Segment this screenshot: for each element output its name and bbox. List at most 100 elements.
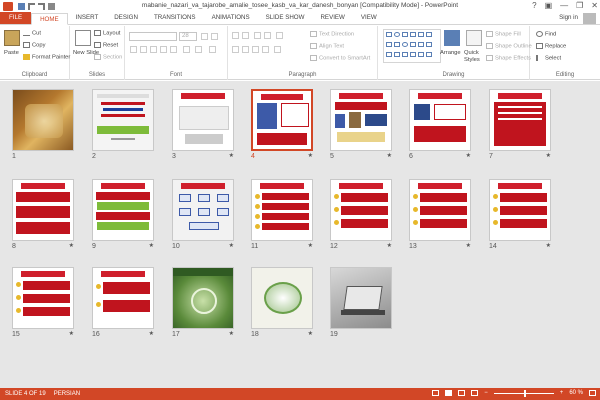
arrange-button[interactable]: Arrange bbox=[440, 50, 461, 56]
slide-thumbnail-selected[interactable]: 4 ★ bbox=[251, 89, 313, 160]
select-button[interactable]: Select bbox=[536, 55, 561, 62]
reset-button[interactable]: Reset bbox=[94, 42, 118, 49]
character-spacing-icon[interactable] bbox=[183, 46, 190, 53]
line-spacing-icon[interactable] bbox=[276, 32, 283, 39]
convert-smartart-button[interactable]: Convert to SmartArt bbox=[310, 55, 370, 62]
zoom-in-button[interactable]: + bbox=[560, 390, 564, 396]
numbering-icon[interactable] bbox=[242, 32, 249, 39]
slide-number: 5 bbox=[330, 153, 334, 160]
text-direction-button[interactable]: Text Direction bbox=[310, 31, 354, 38]
find-button[interactable]: Find bbox=[536, 31, 556, 38]
slide-thumbnail[interactable]: 12 ★ bbox=[330, 179, 392, 250]
arrange-icon[interactable] bbox=[444, 30, 460, 46]
tab-home[interactable]: HOME bbox=[31, 13, 68, 25]
align-left-icon[interactable] bbox=[232, 46, 239, 53]
account-avatar[interactable] bbox=[583, 13, 596, 24]
slide-thumbnail[interactable]: 16 ★ bbox=[92, 267, 154, 338]
zoom-slider[interactable] bbox=[493, 389, 554, 397]
slide-thumbnail[interactable]: 15 ★ bbox=[12, 267, 74, 338]
increase-indent-icon[interactable] bbox=[264, 32, 271, 39]
help-button[interactable]: ? bbox=[532, 1, 536, 10]
language-indicator[interactable]: PERSIAN bbox=[54, 391, 80, 397]
paragraph-group: Text Direction Align Text Convert to Sma… bbox=[228, 26, 378, 80]
slide-thumbnail[interactable]: 11 ★ bbox=[251, 179, 313, 250]
quick-styles-button[interactable]: Quick Styles bbox=[464, 50, 484, 64]
slide-thumbnail[interactable]: 2 bbox=[92, 89, 154, 160]
shrink-font-icon[interactable] bbox=[211, 33, 218, 40]
paste-icon[interactable] bbox=[4, 30, 20, 46]
italic-icon[interactable] bbox=[140, 46, 147, 53]
cut-button[interactable]: Cut bbox=[23, 30, 41, 37]
replace-button[interactable]: Replace bbox=[536, 43, 566, 50]
sign-in-link[interactable]: Sign in bbox=[559, 14, 578, 21]
reading-view-icon[interactable] bbox=[458, 390, 466, 396]
tab-review[interactable]: REVIEW bbox=[312, 12, 352, 24]
slide-thumbnail[interactable]: 8 ★ bbox=[12, 179, 74, 250]
slide-thumbnail[interactable]: 7 ★ bbox=[489, 89, 551, 160]
slide-thumbnail[interactable]: 3 ★ bbox=[172, 89, 234, 160]
slide-sorter[interactable]: 1 2 3 ★ 4 ★ 5 ★ 6 ★ 7 ★ 8 ★ 9 ★ 10 ★ 11 … bbox=[0, 81, 600, 388]
slide-image bbox=[172, 179, 234, 241]
normal-view-icon[interactable] bbox=[432, 390, 440, 396]
shape-effects-button[interactable]: Shape Effects bbox=[486, 55, 531, 62]
tab-file[interactable]: FILE bbox=[0, 12, 32, 24]
new-slide-icon[interactable] bbox=[75, 30, 91, 46]
slide-thumbnail[interactable]: 13 ★ bbox=[409, 179, 471, 250]
decrease-indent-icon[interactable] bbox=[254, 32, 261, 39]
shape-fill-button[interactable]: Shape Fill bbox=[486, 31, 521, 38]
slide-thumbnail[interactable]: 14 ★ bbox=[489, 179, 551, 250]
slide-thumbnail[interactable]: 6 ★ bbox=[409, 89, 471, 160]
align-right-icon[interactable] bbox=[252, 46, 259, 53]
restore-button[interactable]: ❐ bbox=[576, 1, 583, 10]
section-button[interactable]: Section bbox=[94, 54, 122, 61]
quick-styles-icon[interactable] bbox=[466, 30, 482, 46]
shapes-gallery[interactable] bbox=[383, 29, 441, 63]
ribbon-display-button[interactable]: ▣ bbox=[545, 1, 553, 10]
slide-thumbnail[interactable]: 10 ★ bbox=[172, 179, 234, 250]
animation-star-icon: ★ bbox=[148, 331, 154, 337]
copy-button[interactable]: Copy bbox=[23, 42, 46, 49]
tab-animations[interactable]: ANIMATIONS bbox=[204, 12, 258, 24]
slide-thumbnail[interactable]: 17 ★ bbox=[172, 267, 234, 338]
slide-sorter-view-icon[interactable] bbox=[445, 390, 453, 396]
tab-view[interactable]: VIEW bbox=[353, 12, 385, 24]
zoom-level[interactable]: 60 % bbox=[569, 390, 583, 396]
tab-transitions[interactable]: TRANSITIONS bbox=[146, 12, 204, 24]
slide-thumbnail[interactable]: 9 ★ bbox=[92, 179, 154, 250]
slide-thumbnail[interactable]: 19 bbox=[330, 267, 392, 338]
underline-icon[interactable] bbox=[150, 46, 157, 53]
font-name-input[interactable] bbox=[129, 32, 177, 41]
reset-icon bbox=[94, 42, 101, 48]
slide-thumbnail[interactable]: 5 ★ bbox=[330, 89, 392, 160]
grow-font-icon[interactable] bbox=[201, 33, 208, 40]
slide-number: 11 bbox=[251, 243, 259, 250]
minimize-button[interactable]: — bbox=[560, 1, 568, 10]
change-case-icon[interactable] bbox=[195, 46, 202, 53]
bullets-icon[interactable] bbox=[232, 32, 239, 39]
tab-design[interactable]: DESIGN bbox=[106, 12, 146, 24]
columns-icon[interactable] bbox=[274, 46, 281, 53]
editing-group: Find Replace Select Editing bbox=[530, 26, 600, 80]
slideshow-view-icon[interactable] bbox=[471, 390, 479, 396]
close-button[interactable]: ✕ bbox=[591, 1, 598, 10]
tab-insert[interactable]: INSERT bbox=[68, 12, 107, 24]
justify-icon[interactable] bbox=[262, 46, 269, 53]
align-text-button[interactable]: Align Text bbox=[310, 43, 344, 50]
slide-thumbnail[interactable]: 18 ★ bbox=[251, 267, 313, 338]
animation-star-icon: ★ bbox=[307, 243, 313, 249]
layout-button[interactable]: Layout bbox=[94, 30, 120, 37]
strikethrough-icon[interactable] bbox=[170, 46, 177, 53]
shadow-icon[interactable] bbox=[160, 46, 167, 53]
shape-outline-button[interactable]: Shape Outline bbox=[486, 43, 532, 50]
slide-thumbnail[interactable]: 1 bbox=[12, 89, 74, 160]
format-painter-button[interactable]: Format Painter bbox=[23, 54, 70, 61]
tab-slide-show[interactable]: SLIDE SHOW bbox=[258, 12, 313, 24]
bold-icon[interactable] bbox=[130, 46, 137, 53]
align-center-icon[interactable] bbox=[242, 46, 249, 53]
slide-number: 13 bbox=[409, 243, 417, 250]
fit-slide-icon[interactable] bbox=[589, 390, 596, 396]
font-size-input[interactable]: 28 bbox=[179, 32, 197, 41]
zoom-out-button[interactable]: − bbox=[484, 390, 488, 396]
font-color-icon[interactable] bbox=[209, 46, 216, 53]
paste-button[interactable]: Paste bbox=[4, 50, 19, 56]
